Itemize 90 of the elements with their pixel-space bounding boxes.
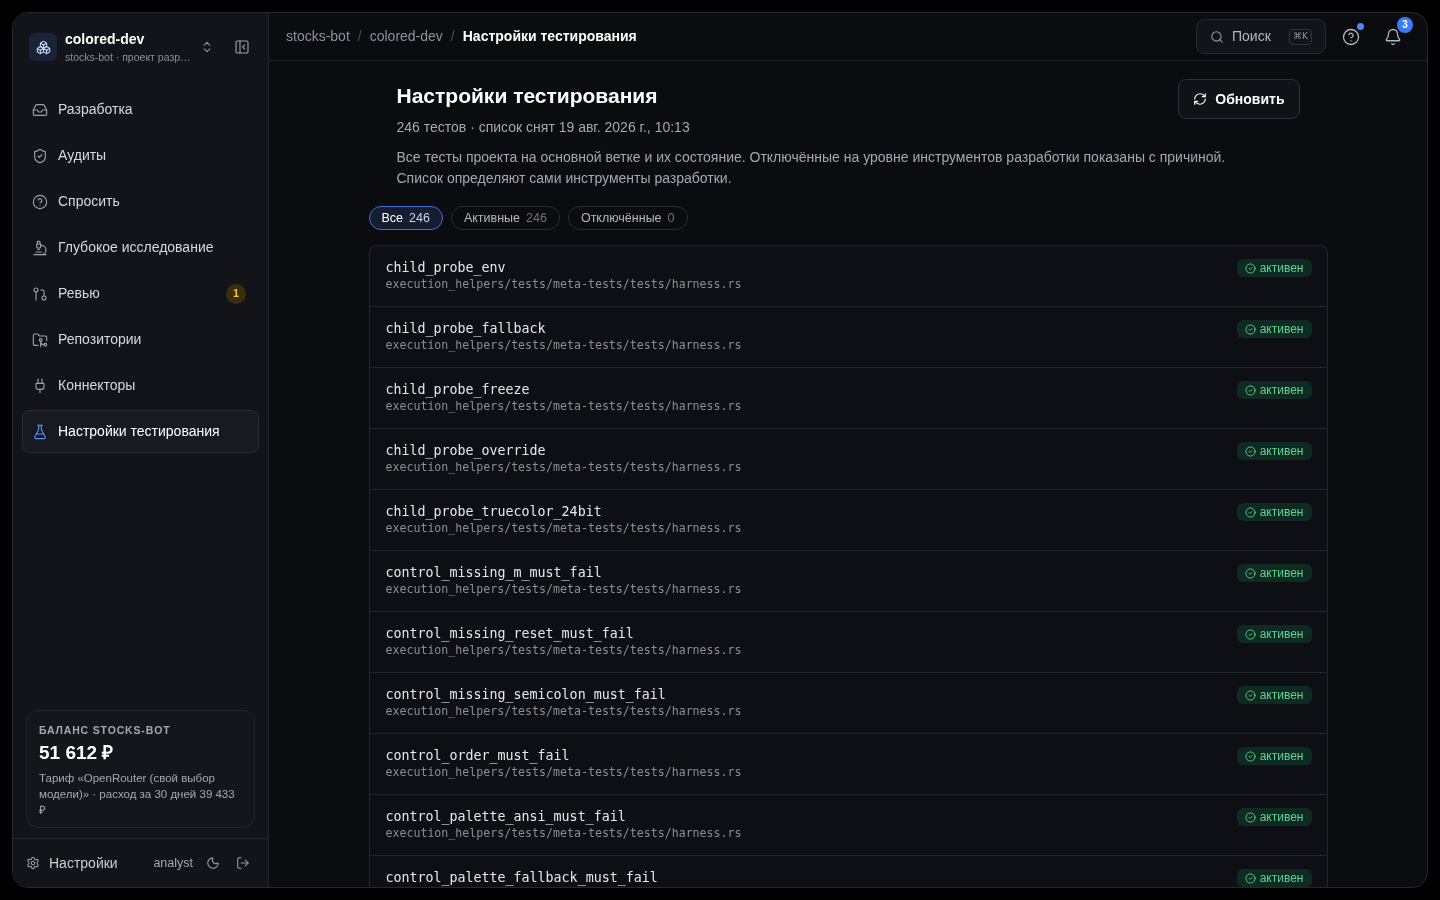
check-circle-icon: [1244, 445, 1256, 457]
logout-icon: [236, 856, 250, 870]
count-badge: 1: [226, 283, 246, 304]
test-name: control_order_must_fail: [385, 748, 571, 764]
status-badge: активен: [1236, 259, 1312, 277]
test-name: control_missing_reset_must_fail: [385, 626, 635, 642]
status-badge: активен: [1236, 381, 1312, 399]
test-name: child_probe_fallback: [385, 321, 547, 337]
test-name: control_palette_ansi_must_fail: [385, 809, 627, 825]
tariff-note: Тариф «OpenRouter (свой выбор модели)» · расход за 30 дней 39 433 ₽: [39, 771, 236, 818]
status-badge: активен: [1236, 747, 1312, 765]
test-name: control_palette_fallback_must_fail: [385, 870, 659, 886]
page-description: Все тесты проекта на основной ветке и их состояние. Отключённые на уровне инструментов разработки показаны с причиной. Список определяют сами инструменты разработки.: [396, 148, 1227, 188]
settings-icon: [26, 856, 40, 870]
bell-icon: [1384, 27, 1402, 46]
balance-amount: 51 612 ₽: [39, 741, 115, 765]
sidebar-item[interactable]: Коннекторы: [22, 364, 259, 407]
breadcrumb: Настройки тестирования: [462, 27, 637, 46]
test-name: control_missing_m_must_fail: [385, 565, 603, 581]
status-badge: активен: [1236, 320, 1312, 338]
check-circle-icon: [1244, 262, 1256, 274]
folder-branch-icon: [32, 331, 48, 348]
sidebar-item[interactable]: Глубокое исследование: [22, 226, 259, 269]
breadcrumb[interactable]: stocks-bot: [286, 26, 350, 47]
breadcrumb-separator: /: [450, 27, 455, 46]
plug-icon: [32, 377, 48, 394]
refresh-icon: [1193, 92, 1208, 106]
check-circle-icon: [1244, 689, 1256, 701]
status-badge: активен: [1236, 564, 1312, 582]
check-circle-icon: [1244, 323, 1256, 335]
panel-collapse-icon: [234, 39, 250, 55]
inbox-icon: [32, 101, 48, 118]
question-circle-icon: [32, 193, 48, 210]
check-circle-icon: [1244, 872, 1256, 884]
flask-icon: [32, 423, 48, 440]
settings-link[interactable]: Настройки: [26, 852, 118, 874]
workspace-logo-icon: [29, 33, 57, 61]
check-circle-icon: [1244, 628, 1256, 640]
sidebar-item[interactable]: Разработка: [22, 88, 259, 131]
logout-button[interactable]: [235, 855, 251, 871]
keyboard-shortcut: ⌘K: [1289, 28, 1312, 45]
user-name: analyst: [153, 854, 193, 872]
status-badge: активен: [1236, 808, 1312, 826]
breadcrumb[interactable]: colored-dev: [369, 26, 443, 47]
filter-chip[interactable]: Все 246: [368, 206, 443, 230]
check-circle-icon: [1244, 506, 1256, 518]
test-name: control_missing_semicolon_must_fail: [385, 687, 667, 703]
microscope-icon: [32, 239, 48, 256]
test-file-path: execution_helpers/tests/meta-tests/tests/harness.rs: [385, 276, 743, 292]
test-file-path: execution_helpers/tests/meta-tests/tests/harness.rs: [385, 581, 743, 597]
test-file-path: execution_helpers/tests/meta-tests/tests/harness.rs: [385, 764, 743, 780]
page-meta: 246 тестов · список снят 19 авг. 2026 г., 10:13: [396, 118, 690, 137]
check-circle-icon: [1244, 811, 1256, 823]
balance-label: БАЛАНС STOCKS-BOT: [39, 723, 172, 737]
branch-merge-icon: [32, 285, 48, 302]
status-badge: активен: [1236, 869, 1312, 887]
sidebar-item[interactable]: Настройки тестирования: [22, 410, 259, 453]
help-icon: [1342, 27, 1360, 46]
status-badge: активен: [1236, 625, 1312, 643]
page-title: Настройки тестирования: [396, 83, 659, 109]
breadcrumb-separator: /: [357, 27, 362, 46]
test-name: child_probe_truecolor_24bit: [385, 504, 603, 520]
test-name: child_probe_env: [385, 260, 507, 276]
test-file-path: execution_helpers/tests/meta-tests/tests/harness.rs: [385, 642, 743, 658]
theme-toggle-button[interactable]: [205, 855, 221, 871]
check-circle-icon: [1244, 567, 1256, 579]
search-icon: [1210, 29, 1224, 44]
test-name: child_probe_freeze: [385, 382, 531, 398]
shield-check-icon: [32, 147, 48, 164]
workspace-switcher[interactable]: colored-dev stocks-bot · проект разр…: [65, 30, 214, 64]
refresh-button[interactable]: Обновить: [1178, 79, 1300, 119]
status-badge: активен: [1236, 503, 1312, 521]
test-file-path: execution_helpers/tests/meta-tests/tests/harness.rs: [385, 520, 743, 536]
sidebar-item[interactable]: Ревью 1: [22, 272, 259, 315]
test-file-path: execution_helpers/tests/meta-tests/tests/harness.rs: [385, 398, 743, 414]
test-file-path: execution_helpers/tests/meta-tests/tests/harness.rs: [385, 825, 743, 841]
test-file-path: execution_helpers/tests/meta-tests/tests/harness.rs: [385, 459, 743, 475]
moon-icon: [206, 856, 220, 870]
notification-count: 3: [1397, 16, 1413, 33]
status-badge: активен: [1236, 686, 1312, 704]
check-circle-icon: [1244, 384, 1256, 396]
test-file-path: execution_helpers/tests/meta-tests/tests/harness.rs: [385, 703, 743, 719]
test-file-path: execution_helpers/tests/meta-tests/tests/harness.rs: [385, 337, 743, 353]
sidebar-item[interactable]: Репозитории: [22, 318, 259, 361]
sidebar-item[interactable]: Аудиты: [22, 134, 259, 177]
check-circle-icon: [1244, 750, 1256, 762]
test-name: child_probe_override: [385, 443, 547, 459]
sidebar-item[interactable]: Спросить: [22, 180, 259, 223]
search-button[interactable]: Поиск ⌘K: [1196, 19, 1326, 54]
status-badge: активен: [1236, 442, 1312, 460]
